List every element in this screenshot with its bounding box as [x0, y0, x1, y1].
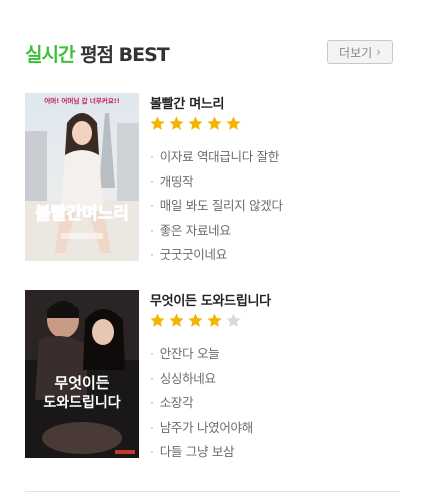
- movie-title[interactable]: 무엇이든 도와드립니다: [150, 290, 271, 309]
- comment-text: 안잔다 오늘: [159, 346, 220, 361]
- poster-title-line2: 도와드립니다: [43, 394, 120, 411]
- comment-text: 소장각: [159, 395, 194, 410]
- comment-list: · 안잔다 오늘 · 싱싱하네요 · 소장각 · 남주가 나였어야해 · 다들 그냥 보삼: [150, 343, 253, 466]
- star-filled-icon: [169, 313, 184, 327]
- movie-poster[interactable]: 어머! 어머님 갑 너무커요!! 볼빨간며느리: [25, 93, 139, 261]
- section-title-accent: 실시간: [25, 44, 75, 66]
- poster-tagline: 어머! 어머님 갑 너무커요!!: [44, 96, 120, 105]
- poster-title-text: 볼빨간며느리: [35, 204, 129, 224]
- comment-text: 굿굿굿이네요: [159, 247, 228, 262]
- bullet-icon: ·: [150, 247, 154, 262]
- bullet-icon: ·: [150, 222, 154, 238]
- star-filled-icon: [188, 313, 203, 327]
- star-rating: [149, 115, 242, 132]
- star-rating: [149, 312, 242, 329]
- more-button[interactable]: 더보기 ›: [327, 40, 393, 64]
- more-button-label: 더보기: [339, 45, 373, 60]
- comment-text: 남주가 나였어야해: [159, 419, 254, 435]
- comment-item: · 좋은 자료네요: [150, 220, 283, 245]
- bullet-icon: ·: [150, 419, 154, 435]
- movie-title[interactable]: 볼빨간 며느리: [150, 93, 224, 112]
- section-title: 실시간 평점 BEST: [25, 40, 170, 67]
- comment-item: · 남주가 나였어야해: [150, 417, 253, 442]
- bullet-icon: ·: [150, 149, 154, 164]
- comment-item: · 개띵작: [150, 171, 283, 196]
- comment-item: · 이자료 역대급니다 잘한: [150, 146, 283, 171]
- movie-poster[interactable]: 무엇이든 도와드립니다: [25, 290, 139, 458]
- comment-item: · 다들 그냥 보삼: [150, 441, 253, 466]
- comment-text: 매일 봐도 질리지 않겠다: [159, 198, 283, 213]
- star-filled-icon: [188, 116, 203, 130]
- comment-text: 좋은 자료네요: [159, 222, 231, 238]
- star-filled-icon: [150, 116, 165, 130]
- bullet-icon: ·: [150, 395, 154, 410]
- comment-list: · 이자료 역대급니다 잘한 · 개띵작 · 매일 봐도 질리지 않겠다 · 좋은 자료…: [150, 146, 283, 269]
- comment-item: · 소장각: [150, 392, 253, 417]
- bullet-icon: ·: [150, 198, 154, 213]
- comment-item: · 싱싱하네요: [150, 368, 253, 393]
- star-empty-icon: [226, 313, 241, 327]
- comment-text: 다들 그냥 보삼: [159, 444, 235, 459]
- bullet-icon: ·: [150, 444, 154, 459]
- bullet-icon: ·: [150, 346, 154, 361]
- bullet-icon: ·: [150, 370, 154, 386]
- star-filled-icon: [207, 313, 222, 327]
- comment-item: · 매일 봐도 질리지 않겠다: [150, 195, 283, 220]
- comment-text: 이자료 역대급니다 잘한: [159, 149, 280, 164]
- comment-item: · 안잔다 오늘: [150, 343, 253, 368]
- chevron-right-icon: ›: [376, 45, 381, 59]
- star-filled-icon: [150, 313, 165, 327]
- comment-item: · 굿굿굿이네요: [150, 244, 283, 269]
- comment-text: 싱싱하네요: [159, 370, 216, 386]
- bullet-icon: ·: [150, 173, 154, 189]
- section-title-rest: 평점 BEST: [74, 44, 170, 66]
- comment-text: 개띵작: [159, 173, 194, 189]
- poster-image: 무엇이든 도와드립니다: [25, 290, 139, 458]
- star-filled-icon: [169, 116, 184, 130]
- poster-title-line1: 무엇이든: [54, 374, 109, 392]
- star-filled-icon: [207, 116, 222, 130]
- divider: [25, 491, 400, 492]
- section-header: 실시간 평점 BEST 더보기 ›: [25, 40, 395, 68]
- poster-image: 어머! 어머님 갑 너무커요!! 볼빨간며느리: [25, 93, 139, 261]
- star-filled-icon: [226, 116, 241, 130]
